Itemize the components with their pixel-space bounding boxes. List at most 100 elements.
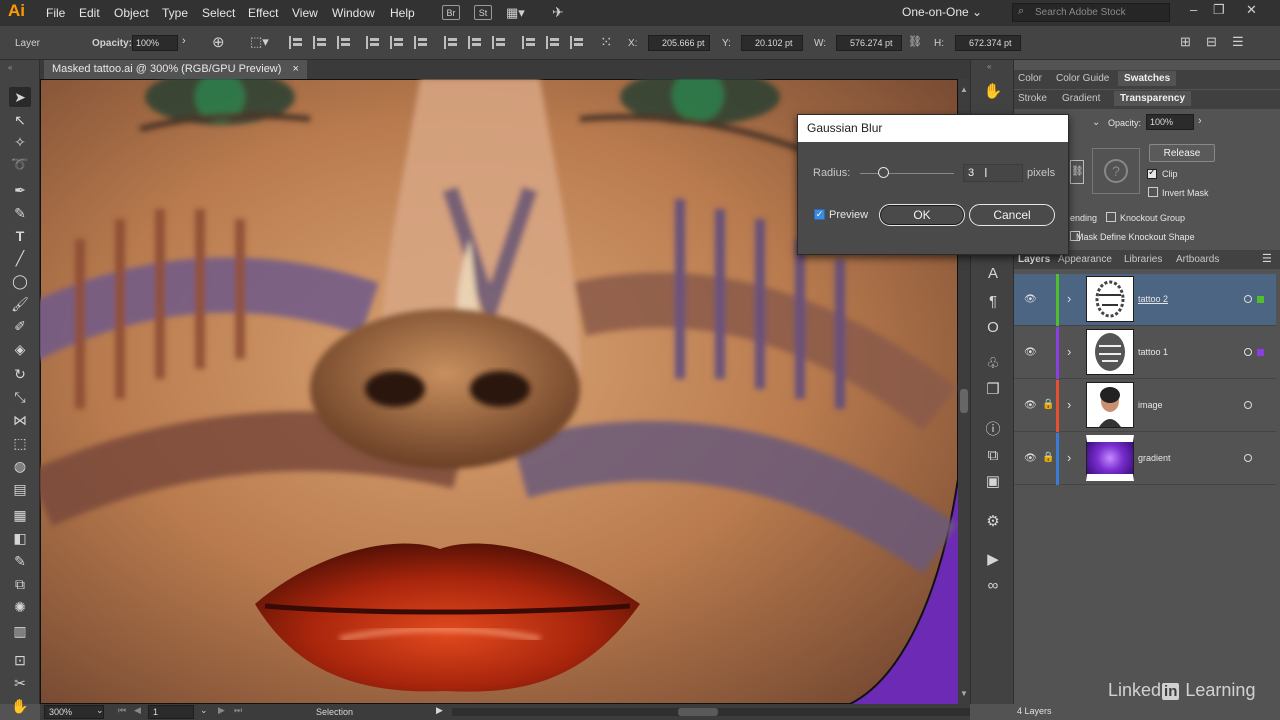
character-panel-icon[interactable]: A [983,264,1003,284]
status-menu-arrow-icon[interactable]: ▶ [436,705,443,716]
visibility-eye-icon[interactable]: 👁 [1024,347,1037,358]
visibility-eye-icon[interactable]: 👁 [1024,400,1037,411]
artboard-chevron-icon[interactable]: ⌄ [200,705,208,716]
paintbrush-tool-icon[interactable]: 🖌 [9,294,31,314]
tab-artboards[interactable]: Artboards [1176,254,1219,265]
opacity-mask-thumbnail[interactable]: ? [1092,148,1140,194]
actions-play-icon[interactable]: ▶ [983,550,1003,570]
expand-chevron-icon[interactable]: › [1067,450,1071,465]
distribute-center-icon[interactable] [546,36,560,49]
menu-help[interactable]: Help [390,6,415,20]
h-field[interactable]: 672.374 pt [955,35,1021,51]
first-artboard-icon[interactable]: ⏮ [118,705,126,716]
tab-transparency[interactable]: Transparency [1114,91,1192,106]
target-circle-icon[interactable] [1244,401,1252,409]
line-tool-icon[interactable]: ╱ [9,248,31,268]
ok-button[interactable]: OK [879,204,965,226]
zoom-field[interactable]: 300% [44,705,104,719]
align-left-icon[interactable] [289,36,303,49]
shape-builder-icon[interactable]: ⊟ [1206,34,1217,50]
gpu-performance-icon[interactable]: ✈ [552,4,564,21]
expand-chevron-icon[interactable]: › [1067,397,1071,412]
puppet-warp-icon[interactable]: ✋ [983,82,1003,102]
eyedropper-tool-icon[interactable]: ✎ [9,551,31,571]
gradient-tool-icon[interactable]: ◧ [9,528,31,548]
bridge-icon[interactable]: Br [442,5,460,20]
blend-tool-icon[interactable]: ⧉ [9,574,31,594]
rotate-tool-icon[interactable]: ↻ [9,364,31,384]
recolor-artwork-icon[interactable]: ⊕ [212,33,225,51]
mesh-tool-icon[interactable]: ▦ [9,505,31,525]
x-field[interactable]: 205.666 pt [648,35,710,51]
scale-tool-icon[interactable]: ⤡ [9,387,31,407]
expand-chevron-icon[interactable]: › [1067,291,1071,306]
zoom-chevron-icon[interactable]: ⌄ [96,705,104,716]
workspace-switcher[interactable]: One-on-One ⌄ [902,5,982,19]
expand-chevron-icon[interactable]: › [1067,344,1071,359]
layers-menu-icon[interactable]: ☰ [1262,252,1272,265]
stock-search-input[interactable]: ⌕ Search Adobe Stock [1012,3,1170,22]
lock-icon[interactable]: 🔒 [1042,452,1054,463]
settings-icon[interactable]: ⚙ [983,512,1003,532]
distribute-right-icon[interactable] [570,36,584,49]
artboard-number-field[interactable]: 1 [148,705,194,719]
align-bottom-icon[interactable] [414,36,428,49]
invert-mask-checkbox[interactable] [1148,187,1158,197]
lock-icon[interactable]: 🔒 [1042,399,1054,410]
tab-appearance[interactable]: Appearance [1058,254,1112,265]
align-right-icon[interactable] [337,36,351,49]
symbol-sprayer-tool-icon[interactable]: ✺ [9,597,31,617]
direct-selection-tool-icon[interactable]: ↖ [9,110,31,130]
mask-link-icon[interactable]: ⛓ [1070,160,1084,184]
slice-tool-icon[interactable]: ✂ [9,673,31,693]
eraser-tool-icon[interactable]: ◈ [9,339,31,359]
menu-file[interactable]: File [46,6,65,20]
layer-name[interactable]: image [1138,400,1163,410]
menu-effect[interactable]: Effect [248,6,278,20]
menu-type[interactable]: Type [162,6,188,20]
minimize-icon[interactable]: – [1190,2,1197,17]
lasso-tool-icon[interactable]: ➰ [9,154,31,174]
radius-slider-track[interactable] [860,173,954,174]
links-panel-icon[interactable]: ⧉ [983,446,1003,466]
opacity-field[interactable]: 100% [132,35,178,51]
layer-row-image[interactable]: 👁 🔒 › image [1014,380,1276,432]
curvature-tool-icon[interactable]: ✎ [9,203,31,223]
panel-menu-icon[interactable]: ☰ [1232,34,1244,50]
opacity-stepper-icon[interactable]: › [1198,115,1202,127]
distribute-left-icon[interactable] [522,36,536,49]
selection-indicator[interactable] [1257,349,1264,356]
layer-name[interactable]: tattoo 1 [1138,347,1168,357]
links-chain-icon[interactable]: ∞ [983,576,1003,596]
visibility-eye-icon[interactable]: 👁 [1024,294,1037,305]
tab-stroke[interactable]: Stroke [1018,93,1047,104]
scrollbar-thumb[interactable] [960,389,968,413]
chevron-right-icon[interactable]: › [182,35,186,47]
close-tab-icon[interactable]: × [292,63,298,75]
graphic-styles-icon[interactable]: ❐ [983,380,1003,400]
menu-view[interactable]: View [292,6,318,20]
scroll-down-icon[interactable]: ▼ [960,689,968,698]
tab-swatches[interactable]: Swatches [1118,71,1177,86]
w-field[interactable]: 576.274 pt [836,35,902,51]
release-button[interactable]: Release [1149,144,1215,162]
align-top-icon[interactable] [366,36,380,49]
paragraph-panel-icon[interactable]: ¶ [983,292,1003,312]
y-field[interactable]: 20.102 pt [741,35,803,51]
distribute-bottom-icon[interactable] [492,36,506,49]
symbols-panel-icon[interactable]: ♧ [983,354,1003,374]
tab-libraries[interactable]: Libraries [1124,254,1162,265]
transform-icon[interactable]: ⊞ [1180,34,1191,50]
magic-wand-tool-icon[interactable]: ✧ [9,132,31,152]
target-circle-icon[interactable] [1244,348,1252,356]
menu-window[interactable]: Window [332,6,375,20]
visibility-eye-icon[interactable]: 👁 [1024,453,1037,464]
reference-point-icon[interactable]: ⁙ [600,33,613,51]
previous-artboard-icon[interactable]: ◀ [134,705,141,716]
clip-checkbox[interactable] [1147,167,1157,179]
tab-gradient[interactable]: Gradient [1062,93,1100,104]
menu-edit[interactable]: Edit [79,6,100,20]
pen-tool-icon[interactable]: ✒ [9,180,31,200]
hscroll-thumb[interactable] [678,708,718,716]
tool-status[interactable]: Selection [316,707,353,717]
